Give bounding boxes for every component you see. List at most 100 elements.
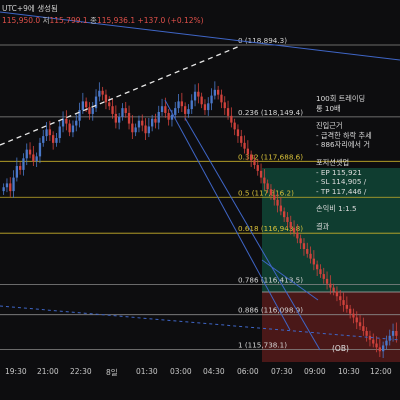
candle-body [269,189,273,195]
candle-body [233,122,236,130]
candle-body [325,278,329,284]
candle-body [150,118,154,127]
time-axis-label: 03:00 [170,367,192,376]
candle-body [22,158,25,170]
candle-body [144,125,147,134]
candle-body [342,300,345,305]
trade-note-line [316,196,400,204]
candle-body [18,166,22,170]
candle-body [216,89,220,95]
candle-body [174,108,177,115]
candle-body [223,102,226,109]
candle-body [35,156,38,162]
time-axis-label: 07:30 [271,367,293,376]
candle-body [170,114,174,120]
candle-body [164,106,167,113]
trade-note-line: 포지션셋업 [316,157,350,167]
candle-body [210,95,213,104]
candle-body [160,106,164,112]
candle-body [315,264,319,270]
candle-body [322,274,325,279]
close-value: 115,936.1 [96,16,136,25]
candle-body [372,339,375,344]
candle-body [200,96,203,105]
candle-body [111,106,114,114]
candle-body [362,326,365,331]
candle-body [391,330,395,336]
candle-body [121,108,124,117]
time-axis-label: 09:00 [304,367,326,376]
candle-body [51,135,55,143]
candle-body [259,170,263,178]
candle-body [183,106,187,114]
candle-body [9,183,12,192]
candle-body [296,232,299,239]
candle-body [38,142,42,157]
candle-body [2,187,5,192]
candle-body [230,115,233,123]
candle-body [187,109,190,114]
candle-body [309,253,312,259]
candle-body [302,243,306,249]
candle-body [276,199,279,206]
trade-note-line: 100회 트레이딩 [316,94,366,103]
candle-body [256,165,259,171]
candle-body [375,343,378,348]
candle-body [312,258,316,265]
candle-body [147,126,151,134]
candle-body [134,127,137,133]
trade-note-line: - TP 117,446 / [316,186,367,196]
candle-body [81,101,85,111]
time-axis-label: 21:00 [37,367,59,376]
candle-body [65,118,68,124]
candle-body [249,154,253,161]
candle-body [292,227,296,233]
candle-body [88,107,91,114]
candle-body [282,211,286,218]
candle-body [12,177,15,192]
candle-body [240,136,243,143]
candle-body [385,340,388,346]
candle-body [236,129,240,137]
candle-body [243,142,246,149]
candle-body [108,102,111,107]
trade-note-line: - EP 115,921 [316,167,362,177]
candle-body [78,110,81,121]
candle-body [286,217,289,222]
candle-body [332,287,335,292]
trade-note-line: 손익비 1:1.5 [316,204,357,214]
candle-body [68,123,71,133]
candle-body [25,149,28,159]
candle-body [273,194,276,200]
trade-note-panel[interactable]: 100회 트레이딩 롱 10배 진입근거 - 급격한 하락 추세 - 886자리에서 거… [316,94,400,232]
candle-body [378,347,382,352]
candle-body [348,308,352,314]
candle-body [365,330,368,336]
time-axis-label: 8일 [106,368,118,377]
candle-body [266,183,269,190]
time-axis-label: 01:30 [136,367,158,376]
fib-level-label: 0.886 (116,098.9) [238,306,303,315]
candle-body [131,123,134,133]
candle-body [5,183,9,188]
candle-body [141,120,144,126]
candle-body [91,108,94,114]
trade-note-line [316,113,400,121]
candle-body [329,283,332,288]
candle-body [203,104,207,111]
candle-body [55,138,58,143]
candle-body [124,108,127,113]
candle-body [127,112,131,124]
candle-body [48,129,52,136]
candle-body [339,296,342,301]
candle-body [193,91,197,101]
trade-note-line: 롱 10배 [316,103,341,113]
candle-body [395,330,398,336]
stop-loss-zone[interactable] [262,292,400,364]
symbol-header: UTC+9에 생성됨 115,950.0 저115,799.1 종115,936… [0,0,400,30]
candle-body [220,94,223,103]
candle-body [117,116,121,123]
candle-body [84,101,88,108]
candle-body [42,136,45,143]
time-axis[interactable]: 19:30 21:00 22:30 8일 01:30 03:00 04:30 06:00 07:… [0,362,400,382]
